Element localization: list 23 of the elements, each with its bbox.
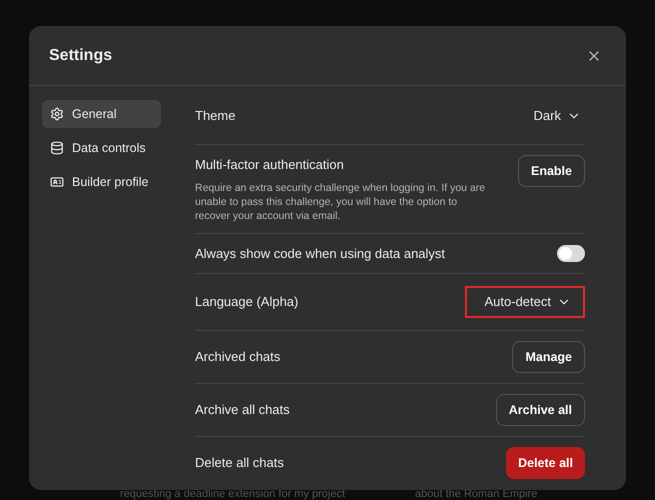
toggle-switch[interactable] (557, 244, 585, 262)
dropdown-button[interactable]: Dark (534, 100, 585, 132)
setting-label: Theme (195, 107, 236, 126)
setting-label: Archived chats (195, 348, 280, 366)
setting-label: Multi-factor authentication (195, 156, 345, 174)
id-card-icon (50, 175, 64, 189)
settings-icon (50, 107, 64, 121)
sidebar-tab[interactable]: Data controls (42, 134, 161, 162)
chat-suggestion-text: about the Roman Empire (415, 488, 538, 500)
sidebar-tab[interactable]: General (42, 100, 161, 128)
action-button[interactable]: Archive all (496, 394, 585, 426)
action-button[interactable]: Enable (518, 155, 585, 187)
action-button[interactable]: Manage (512, 341, 585, 373)
setting-description: Require an extra security challenge when logging in. If you are unable to pass this challenge, you will have the option to recover your account via email. (195, 180, 486, 222)
sidebar-tab[interactable]: Builder profile (42, 168, 161, 196)
database-icon (50, 141, 64, 155)
delete-button[interactable]: Delete all (506, 447, 585, 479)
setting-label: Archive all chats (195, 401, 290, 420)
dropdown-button[interactable]: Auto-detect (465, 286, 585, 318)
setting-label: Always show code when using data analyst (195, 244, 446, 263)
dialog-title: Settings (49, 46, 112, 66)
setting-label: Language (Alpha) (195, 293, 298, 312)
setting-label: Delete all chats (195, 454, 284, 472)
